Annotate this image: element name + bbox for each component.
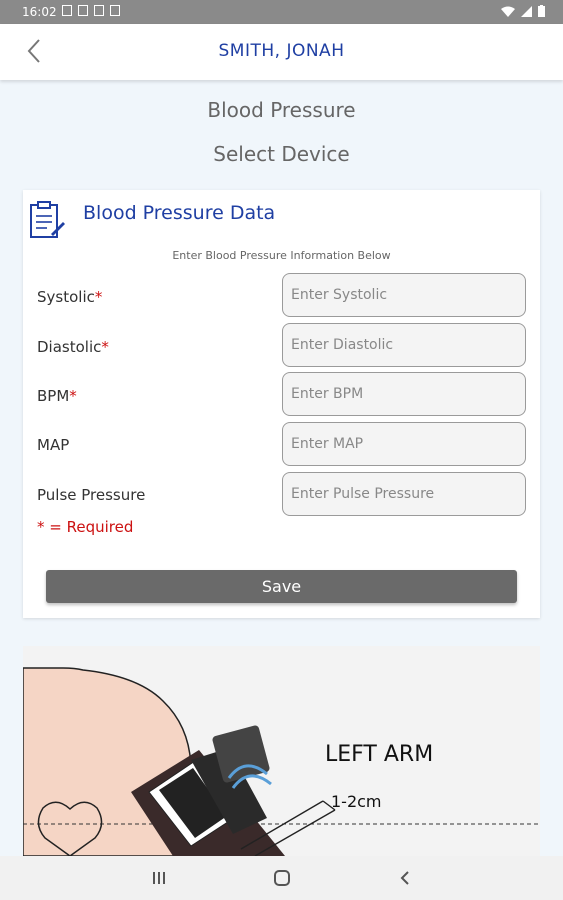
recents-icon[interactable] (147, 867, 171, 889)
pulse-pressure-input[interactable] (282, 472, 526, 516)
clipboard-icon (30, 201, 65, 238)
diastolic-input[interactable] (282, 323, 526, 367)
image-icon (78, 5, 88, 16)
map-input[interactable] (282, 422, 526, 466)
home-icon[interactable] (270, 867, 294, 889)
battery-icon (538, 5, 545, 17)
location-icon (94, 5, 104, 16)
notification-icon (62, 5, 72, 16)
card-instruction: Enter Blood Pressure Information Below (172, 249, 391, 262)
map-label: MAP (37, 436, 70, 454)
notification-icons (62, 5, 120, 16)
blood-pressure-card: Blood Pressure Data Enter Blood Pressure… (23, 190, 540, 618)
cuff-placement-illustration: LEFT ARM 1-2cm (23, 646, 540, 856)
system-nav-bar (0, 856, 563, 900)
bpm-input[interactable] (282, 372, 526, 416)
status-time: 16:02 (22, 5, 57, 19)
signal-icon (521, 5, 532, 17)
bpm-label: BPM* (37, 387, 77, 405)
card-title: Blood Pressure Data (83, 202, 276, 224)
systolic-input[interactable] (282, 273, 526, 317)
arm-label: LEFT ARM (325, 742, 434, 767)
patient-name: SMITH, JONAH (218, 41, 345, 61)
system-icons (501, 5, 545, 17)
status-bar: 16:02 (0, 0, 563, 24)
required-note: * = Required (37, 518, 134, 536)
required-marker: * (101, 338, 109, 356)
page-title: Blood Pressure (207, 98, 356, 122)
wifi-icon (501, 6, 515, 17)
app-bar: SMITH, JONAH (0, 24, 563, 80)
nav-back-icon[interactable] (393, 867, 417, 889)
systolic-label: Systolic* (37, 288, 103, 306)
arm-diagram (23, 667, 540, 856)
diastolic-label: Diastolic* (37, 338, 109, 356)
pulse-pressure-label: Pulse Pressure (37, 486, 146, 504)
distance-label: 1-2cm (331, 792, 382, 811)
save-button[interactable]: Save (46, 570, 517, 603)
required-marker: * (69, 387, 77, 405)
calendar-icon (110, 5, 120, 16)
required-marker: * (94, 288, 103, 306)
select-device-link[interactable]: Select Device (0, 142, 563, 166)
